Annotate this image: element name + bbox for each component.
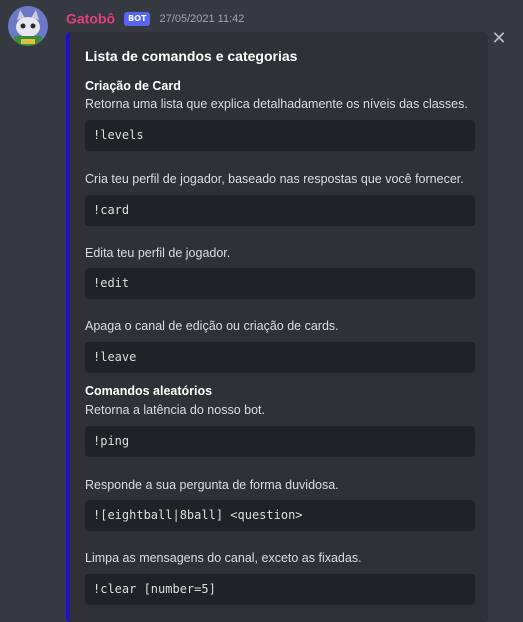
code-block: !edit [85,268,475,299]
bot-tag-badge: BOT [124,11,151,26]
command-description: Limpa as mensagens do canal, exceto as f… [85,551,362,565]
section-title: Comandos aleatórios [85,384,213,398]
code-block: !levels [85,120,475,151]
command-description: Retorna a latência do nosso bot. [85,403,265,417]
section-title: Criação de Card [85,79,181,93]
cat-avatar-icon [8,6,48,46]
code-block: !card [85,195,475,226]
command-description: Retorna uma lista que explica detalhadam… [85,97,468,111]
bot-avatar[interactable] [8,6,48,46]
message-header: Gatobô BOT 27/05/2021 11:42 [66,8,245,27]
command-description: Cria teu perfil de jogador, baseado nas … [85,172,464,186]
username[interactable]: Gatobô [66,11,115,27]
message-timestamp[interactable]: 27/05/2021 11:42 [160,13,245,25]
command-description: Responde a sua pergunta de forma duvidos… [85,478,339,492]
code-block: !clear [number=5] [85,574,475,605]
close-icon[interactable]: ✕ [489,29,509,49]
embed-card: Lista de comandos e categorias Criação d… [66,32,488,622]
embed-title: Lista de comandos e categorias [85,48,298,64]
command-description: Edita teu perfil de jogador. [85,246,231,260]
code-block: !ping [85,426,475,457]
code-block: !leave [85,342,475,373]
code-block: ![eightball|8ball] <question> [85,500,475,531]
command-description: Apaga o canal de edição ou criação de ca… [85,319,339,333]
